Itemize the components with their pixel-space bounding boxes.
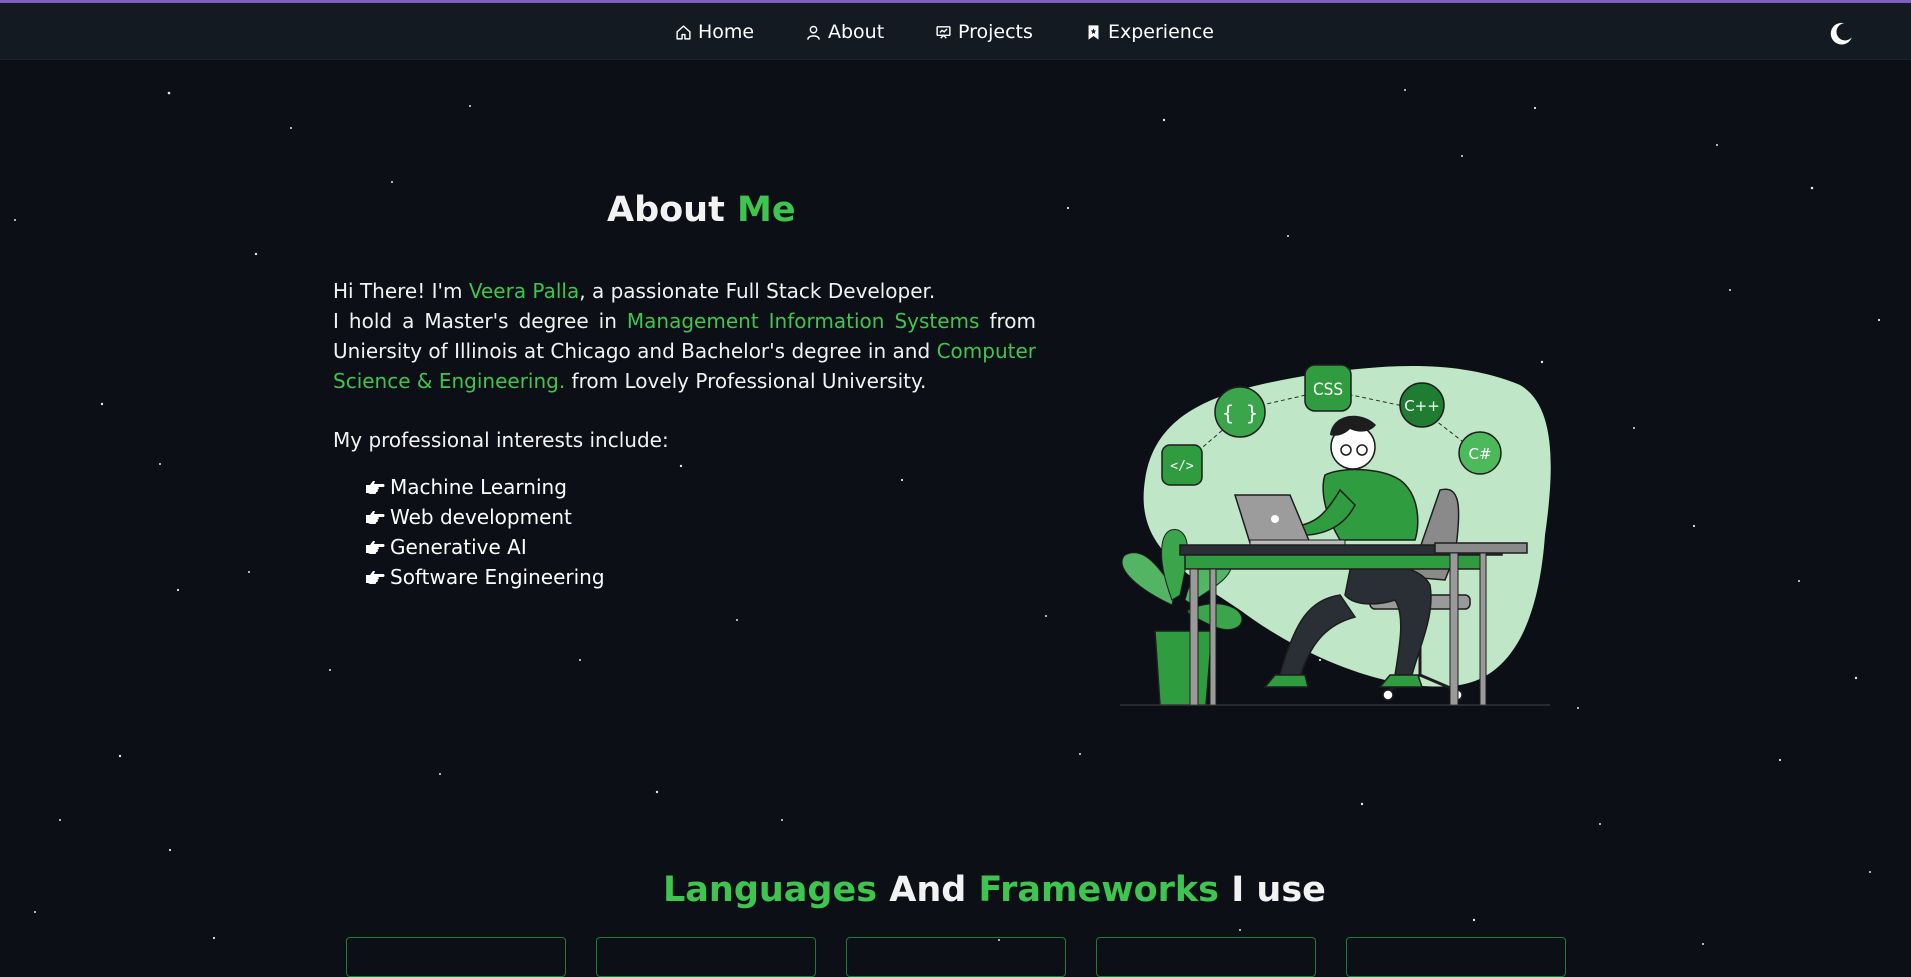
badge-css-label: CSS bbox=[1313, 380, 1343, 400]
badge-csharp-label: C# bbox=[1468, 445, 1491, 463]
intro-prefix: Hi There! I'm bbox=[333, 279, 469, 303]
badge-csharp: C# bbox=[1458, 431, 1502, 475]
developer-illustration: { } CSS C++ </> C# bbox=[1120, 364, 1551, 706]
languages-title-mid: And bbox=[877, 870, 979, 910]
skill-card bbox=[846, 937, 1066, 977]
badge-braces: { } bbox=[1214, 386, 1266, 438]
bookmark-icon bbox=[1088, 24, 1099, 40]
list-item: Software Engineering bbox=[365, 562, 605, 592]
skill-card bbox=[1096, 937, 1316, 977]
navbar: Home About Projects Experience bbox=[0, 3, 1911, 60]
badge-cpp: C++ bbox=[1399, 382, 1445, 428]
intro-suffix: , a passionate Full Stack Developer. bbox=[579, 279, 936, 303]
about-title-accent: Me bbox=[737, 190, 796, 230]
starfield-background bbox=[14, 89, 1881, 945]
list-item: Generative AI bbox=[365, 532, 605, 562]
about-title-main: About bbox=[607, 190, 725, 230]
interest-label: Machine Learning bbox=[390, 475, 567, 499]
nav-label-home: Home bbox=[698, 21, 755, 43]
degree-suffix: from Lovely Professional University. bbox=[565, 369, 927, 393]
nav-item-experience[interactable]: Experience bbox=[1085, 19, 1214, 45]
badge-html: </> bbox=[1161, 444, 1203, 486]
list-item: Machine Learning bbox=[365, 472, 605, 502]
interest-label: Web development bbox=[390, 505, 572, 529]
hand-point-right-icon bbox=[366, 511, 385, 524]
nav-item-projects[interactable]: Projects bbox=[935, 19, 1033, 45]
languages-title-end: I use bbox=[1219, 870, 1326, 910]
badge-html-label: </> bbox=[1170, 459, 1194, 474]
home-icon bbox=[676, 24, 691, 40]
badge-cpp-label: C++ bbox=[1404, 397, 1440, 415]
masters-field: Management Information Systems bbox=[626, 309, 980, 333]
badge-braces-label: { } bbox=[1222, 401, 1258, 425]
list-item: Web development bbox=[365, 502, 605, 532]
user-icon bbox=[807, 25, 820, 40]
developer-name: Veera Palla bbox=[468, 279, 580, 303]
hand-point-right-icon bbox=[366, 541, 385, 554]
skill-card bbox=[346, 937, 566, 977]
badge-css: CSS bbox=[1304, 364, 1352, 412]
presentation-icon bbox=[936, 25, 951, 39]
skill-card bbox=[596, 937, 816, 977]
languages-title-accent-1: Languages bbox=[663, 870, 878, 910]
intro-paragraph: Hi There! I'm Veera Palla, a passionate … bbox=[333, 276, 1036, 396]
nav-label-about: About bbox=[828, 21, 885, 43]
skill-card bbox=[1346, 937, 1566, 977]
about-description: Hi There! I'm Veera Palla, a passionate … bbox=[333, 276, 1036, 396]
languages-title-accent-2: Frameworks bbox=[978, 870, 1220, 910]
nav-label-projects: Projects bbox=[958, 21, 1033, 43]
degree-prefix: I hold a Master's degree in bbox=[333, 309, 627, 333]
languages-title: Languages And Frameworks I use bbox=[663, 870, 1326, 910]
hand-point-right-icon bbox=[366, 481, 385, 494]
hand-point-right-icon bbox=[366, 571, 385, 584]
interests-title: My professional interests include: bbox=[333, 428, 669, 452]
nav-item-about[interactable]: About bbox=[805, 19, 884, 45]
interest-label: Generative AI bbox=[390, 535, 527, 559]
interests-list: Machine Learning Web development Generat… bbox=[365, 472, 605, 592]
interest-label: Software Engineering bbox=[390, 565, 605, 589]
nav-label-experience: Experience bbox=[1108, 21, 1214, 43]
nav-item-home[interactable]: Home bbox=[675, 19, 754, 45]
moon-icon[interactable] bbox=[1828, 21, 1854, 47]
nav-menu: Home About Projects Experience bbox=[0, 3, 1911, 60]
about-title: About Me bbox=[607, 190, 796, 230]
